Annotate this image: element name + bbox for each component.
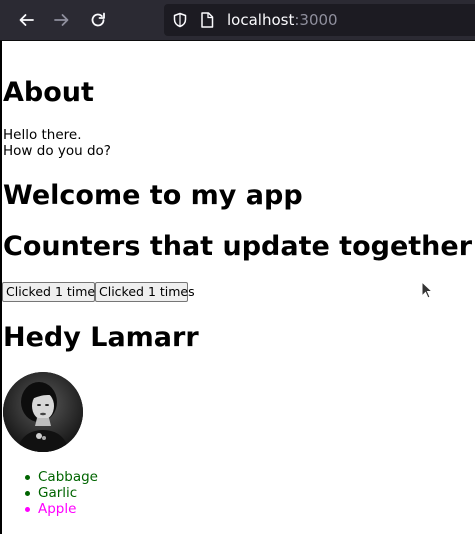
back-button[interactable]: [14, 8, 38, 32]
counter-button-2[interactable]: Clicked 1 times: [95, 282, 195, 302]
about-text: Hello there. How do you do?: [3, 127, 111, 159]
list-item: Cabbage: [0, 469, 98, 485]
back-arrow-icon: [19, 14, 34, 26]
list-item-label: Apple: [38, 501, 77, 517]
url-host: localhost: [227, 11, 295, 29]
list-item: Garlic: [0, 485, 98, 501]
profile-name-heading: Hedy Lamarr: [3, 322, 199, 353]
forward-button[interactable]: [50, 8, 74, 32]
reload-icon: [91, 12, 105, 27]
list-item-label: Garlic: [38, 485, 78, 501]
shield-icon[interactable]: [172, 12, 188, 28]
counter-button-1[interactable]: Clicked 1 times: [2, 282, 102, 302]
list-item: Apple: [0, 501, 98, 517]
browser-toolbar: localhost:3000: [0, 0, 475, 41]
avatar: [3, 372, 83, 452]
about-line-1: Hello there.: [3, 127, 82, 143]
url-port: :3000: [294, 11, 338, 29]
counters-heading: Counters that update together: [3, 231, 473, 262]
reload-button[interactable]: [86, 8, 110, 32]
mouse-cursor-icon: [421, 281, 433, 299]
bullet-icon: [25, 507, 30, 512]
page-content: About Hello there. How do you do? Welcom…: [0, 41, 475, 534]
forward-arrow-icon: [54, 14, 69, 26]
list-item-label: Cabbage: [38, 469, 98, 485]
page-icon[interactable]: [200, 12, 214, 28]
portrait-image: [3, 372, 83, 452]
url-bar[interactable]: localhost:3000: [164, 4, 475, 36]
welcome-heading: Welcome to my app: [3, 180, 303, 211]
about-heading: About: [3, 77, 94, 108]
about-line-2: How do you do?: [3, 143, 111, 159]
bullet-icon: [25, 491, 30, 496]
url-text[interactable]: localhost:3000: [227, 11, 338, 29]
product-list: Cabbage Garlic Apple: [0, 469, 98, 517]
bullet-icon: [25, 475, 30, 480]
